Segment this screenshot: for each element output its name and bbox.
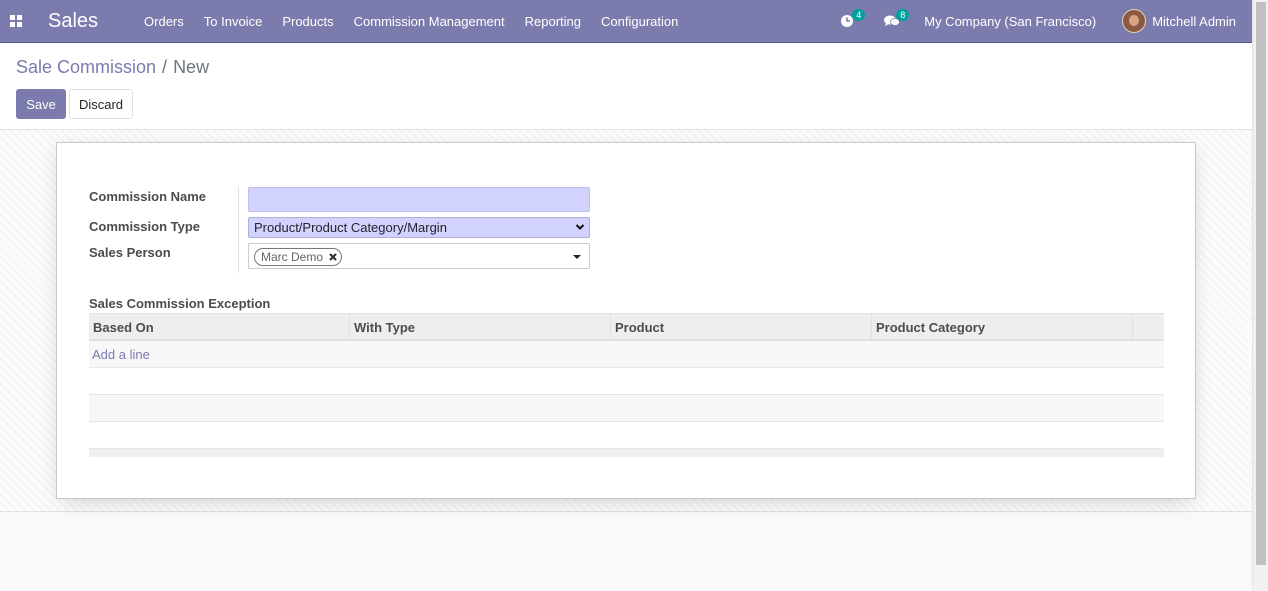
breadcrumb-separator: /	[162, 57, 168, 77]
commission-type-value: Product/Product Category/Margin	[254, 220, 447, 235]
tag-label: Marc Demo	[261, 250, 324, 264]
menu-orders[interactable]: Orders	[134, 14, 194, 29]
sales-person-field[interactable]: Marc Demo	[248, 243, 590, 269]
sales-person-tag: Marc Demo	[254, 248, 343, 266]
apps-grid-icon	[10, 15, 22, 27]
commission-name-input[interactable]	[248, 187, 590, 212]
app-brand[interactable]: Sales	[48, 10, 98, 33]
table-row: Add a line	[89, 341, 1164, 368]
menu-configuration[interactable]: Configuration	[591, 14, 688, 29]
activity-badge: 4	[852, 9, 866, 21]
table-footer	[89, 449, 1164, 457]
breadcrumb-parent-link[interactable]: Sale Commission	[16, 57, 156, 78]
tag-remove-icon[interactable]	[328, 252, 338, 262]
form-sheet: Commission Name Commission Type Sales Pe…	[56, 142, 1196, 499]
breadcrumb: Sale Commission / New	[16, 57, 209, 78]
table-row	[89, 422, 1164, 449]
commission-name-label: Commission Name	[89, 189, 207, 204]
messaging-menu[interactable]: 8	[884, 9, 910, 31]
discard-button[interactable]: Discard	[69, 89, 133, 119]
avatar	[1122, 9, 1147, 33]
menu-to-invoice[interactable]: To Invoice	[194, 14, 273, 29]
commission-type-select[interactable]: Product/Product Category/Margin	[248, 217, 590, 238]
table-header: Based On With Type Product Product Categ…	[89, 313, 1164, 341]
control-panel: Sale Commission / New Save Discard	[0, 43, 1252, 130]
exceptions-table: Based On With Type Product Product Categ…	[89, 313, 1164, 457]
user-name: Mitchell Admin	[1152, 13, 1236, 29]
menu-products[interactable]: Products	[272, 14, 343, 29]
column-header-actions	[1133, 314, 1164, 339]
column-header-with-type[interactable]: With Type	[350, 314, 611, 339]
user-menu[interactable]: Mitchell Admin	[1122, 9, 1236, 33]
breadcrumb-current: New	[173, 57, 210, 77]
menu-reporting[interactable]: Reporting	[515, 14, 591, 29]
column-header-based-on[interactable]: Based On	[89, 314, 350, 339]
apps-menu-button[interactable]	[0, 0, 32, 43]
form-view: Commission Name Commission Type Sales Pe…	[0, 130, 1252, 512]
save-button[interactable]: Save	[16, 89, 66, 119]
label-divider	[238, 187, 239, 273]
activity-menu[interactable]: 4	[840, 9, 866, 31]
caret-down-icon[interactable]	[573, 255, 581, 259]
company-switcher[interactable]: My Company (San Francisco)	[924, 14, 1096, 29]
menu-commission-management[interactable]: Commission Management	[344, 14, 515, 29]
chevron-down-icon	[575, 224, 585, 230]
messages-badge: 8	[896, 9, 910, 21]
exceptions-title: Sales Commission Exception	[89, 296, 271, 311]
scrollbar-thumb[interactable]	[1256, 2, 1266, 565]
table-row	[89, 368, 1164, 395]
table-row	[89, 395, 1164, 422]
systray: 4 8 My Company (San Francisco) Mitchell …	[830, 0, 1252, 43]
commission-type-label: Commission Type	[89, 219, 201, 234]
column-header-product-category[interactable]: Product Category	[872, 314, 1133, 339]
column-header-product[interactable]: Product	[611, 314, 872, 339]
vertical-scrollbar[interactable]	[1252, 0, 1268, 591]
main-navbar: Sales Orders To Invoice Products Commiss…	[0, 0, 1252, 43]
add-line-link[interactable]: Add a line	[89, 341, 153, 368]
sales-person-label: Sales Person	[89, 245, 171, 260]
